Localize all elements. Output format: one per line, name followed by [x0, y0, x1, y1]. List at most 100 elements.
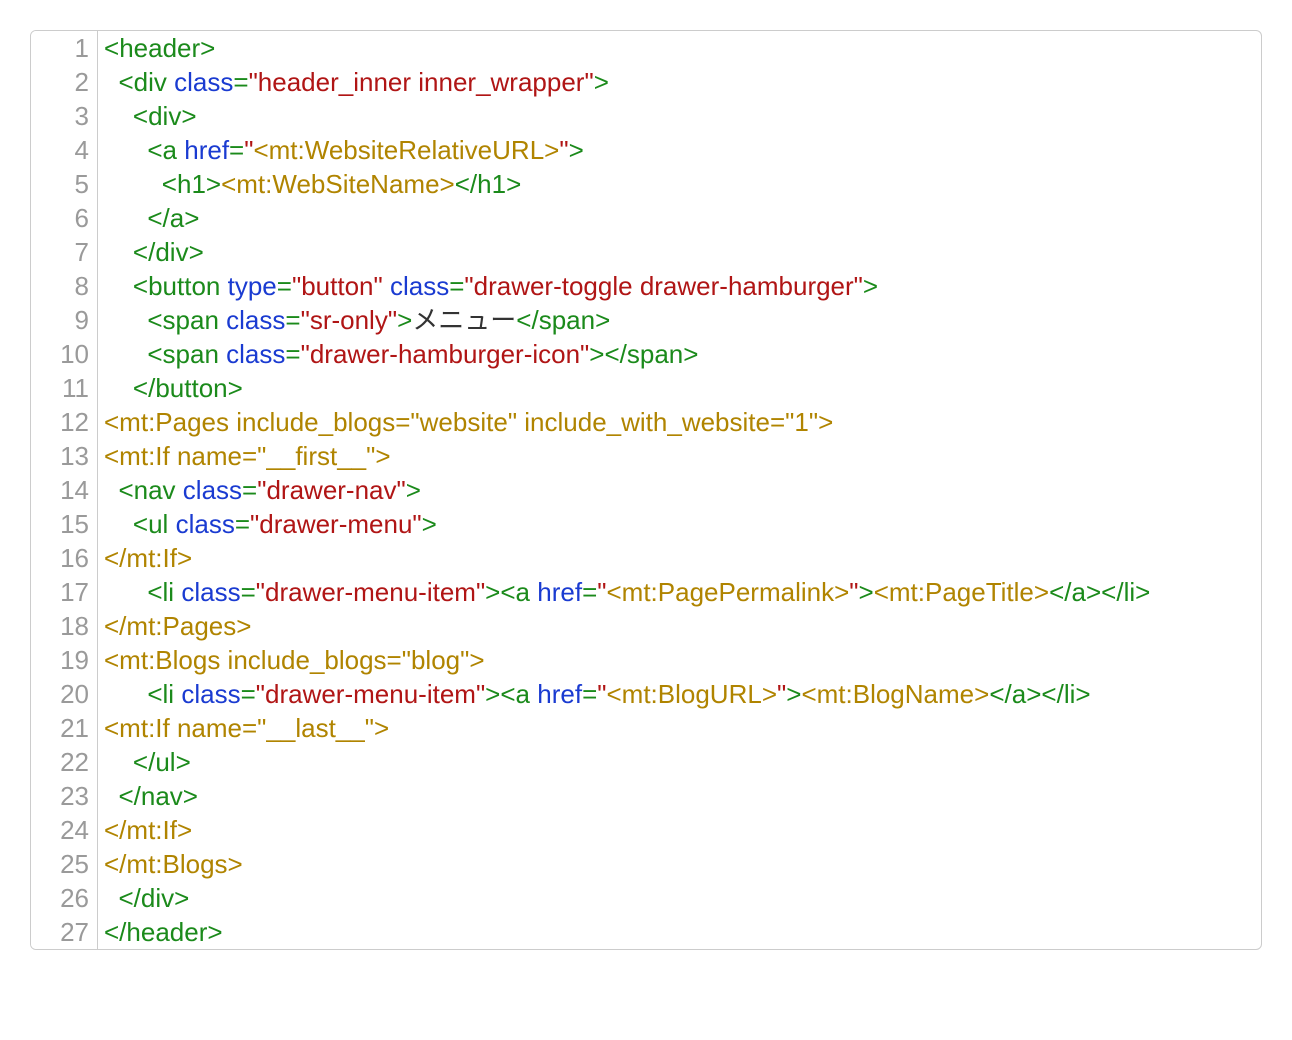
code-token: < [133, 509, 148, 539]
code-content: <mt:If name="__first__"> [98, 439, 1261, 473]
code-line: 5 <h1><mt:WebSiteName></h1> [31, 167, 1261, 201]
code-line: 21<mt:If name="__last__"> [31, 711, 1261, 745]
code-block: 1<header>2 <div class="header_inner inne… [30, 30, 1262, 950]
code-token: span [163, 339, 219, 369]
code-content: </mt:Blogs> [98, 847, 1261, 881]
line-number: 13 [31, 439, 98, 473]
code-content: </ul> [98, 745, 1261, 779]
code-token: button [155, 373, 227, 403]
code-token: "sr-only" [301, 305, 397, 335]
code-content: <div> [98, 99, 1261, 133]
code-content: <mt:Pages include_blogs="website" includ… [98, 405, 1261, 439]
code-token [104, 67, 118, 97]
code-content: </header> [98, 915, 1261, 949]
code-token: "drawer-menu-item" [256, 577, 485, 607]
code-token: header [126, 917, 207, 947]
code-line: 7 </div> [31, 235, 1261, 269]
line-number: 15 [31, 507, 98, 541]
line-number: 14 [31, 473, 98, 507]
code-token [104, 203, 147, 233]
code-token: > [1075, 679, 1090, 709]
code-line: 11 </button> [31, 371, 1261, 405]
code-token: = [241, 679, 256, 709]
line-number: 3 [31, 99, 98, 133]
code-token [176, 475, 183, 505]
code-token: <mt:If name="__last__"> [104, 713, 389, 743]
code-token: </ [147, 203, 169, 233]
code-token [104, 679, 147, 709]
code-content: <mt:Blogs include_blogs="blog"> [98, 643, 1261, 677]
code-token: > [1135, 577, 1150, 607]
code-content: <mt:If name="__last__"> [98, 711, 1261, 745]
code-token: > [406, 475, 421, 505]
code-token: </mt:Pages> [104, 611, 251, 641]
code-token: > [200, 33, 215, 63]
code-token: ul [148, 509, 168, 539]
code-token: < [104, 33, 119, 63]
code-line: 22 </ul> [31, 745, 1261, 779]
code-token: "button" [292, 271, 383, 301]
code-token: < [118, 67, 133, 97]
code-line: 14 <nav class="drawer-nav"> [31, 473, 1261, 507]
code-content: </mt:Pages> [98, 609, 1261, 643]
code-content: <ul class="drawer-menu"> [98, 507, 1261, 541]
line-number: 20 [31, 677, 98, 711]
line-number: 25 [31, 847, 98, 881]
code-token: class [226, 339, 285, 369]
code-token [104, 577, 147, 607]
code-token: < [133, 271, 148, 301]
line-number: 16 [31, 541, 98, 575]
code-content: <nav class="drawer-nav"> [98, 473, 1261, 507]
line-number: 27 [31, 915, 98, 949]
code-token: < [133, 101, 148, 131]
code-token: <mt:Pages include_blogs="website" includ… [104, 407, 833, 437]
code-token [220, 271, 227, 301]
code-content: <li class="drawer-menu-item"><a href="<m… [98, 677, 1261, 711]
line-number: 10 [31, 337, 98, 371]
code-token: </ [604, 339, 626, 369]
line-number: 12 [31, 405, 98, 439]
code-token: > [485, 577, 500, 607]
line-number: 21 [31, 711, 98, 745]
code-token: </ [118, 781, 140, 811]
code-line: 17 <li class="drawer-menu-item"><a href=… [31, 575, 1261, 609]
code-token [168, 509, 175, 539]
code-content: <h1><mt:WebSiteName></h1> [98, 167, 1261, 201]
code-line: 13<mt:If name="__first__"> [31, 439, 1261, 473]
code-line: 1<header> [31, 31, 1261, 65]
code-token: </mt:If> [104, 543, 192, 573]
code-token: = [449, 271, 464, 301]
code-token: > [569, 135, 584, 165]
code-token: > [174, 883, 189, 913]
code-token: > [594, 67, 609, 97]
code-token: = [242, 475, 257, 505]
code-token: メニュー [412, 305, 516, 335]
code-token: > [506, 169, 521, 199]
code-token: class [181, 679, 240, 709]
code-content: </button> [98, 371, 1261, 405]
code-token: > [485, 679, 500, 709]
code-token: > [422, 509, 437, 539]
code-token [104, 135, 147, 165]
code-line: 23 </nav> [31, 779, 1261, 813]
code-token: <mt:If name="__first__"> [104, 441, 391, 471]
line-number: 8 [31, 269, 98, 303]
code-token: class [176, 509, 235, 539]
code-token: type [228, 271, 277, 301]
code-token: = [285, 339, 300, 369]
code-content: <span class="drawer-hamburger-icon"></sp… [98, 337, 1261, 371]
code-token: </ [133, 373, 155, 403]
code-token: nav [134, 475, 176, 505]
code-token: href [184, 135, 229, 165]
code-token: li [163, 577, 175, 607]
code-token: href [537, 577, 582, 607]
code-token: < [147, 135, 162, 165]
line-number: 4 [31, 133, 98, 167]
code-token [104, 475, 118, 505]
code-line: 9 <span class="sr-only">メニュー</span> [31, 303, 1261, 337]
code-token: = [233, 67, 248, 97]
code-token: </ [1101, 577, 1123, 607]
code-content: <span class="sr-only">メニュー</span> [98, 303, 1261, 337]
code-line: 16</mt:If> [31, 541, 1261, 575]
code-token: > [176, 747, 191, 777]
